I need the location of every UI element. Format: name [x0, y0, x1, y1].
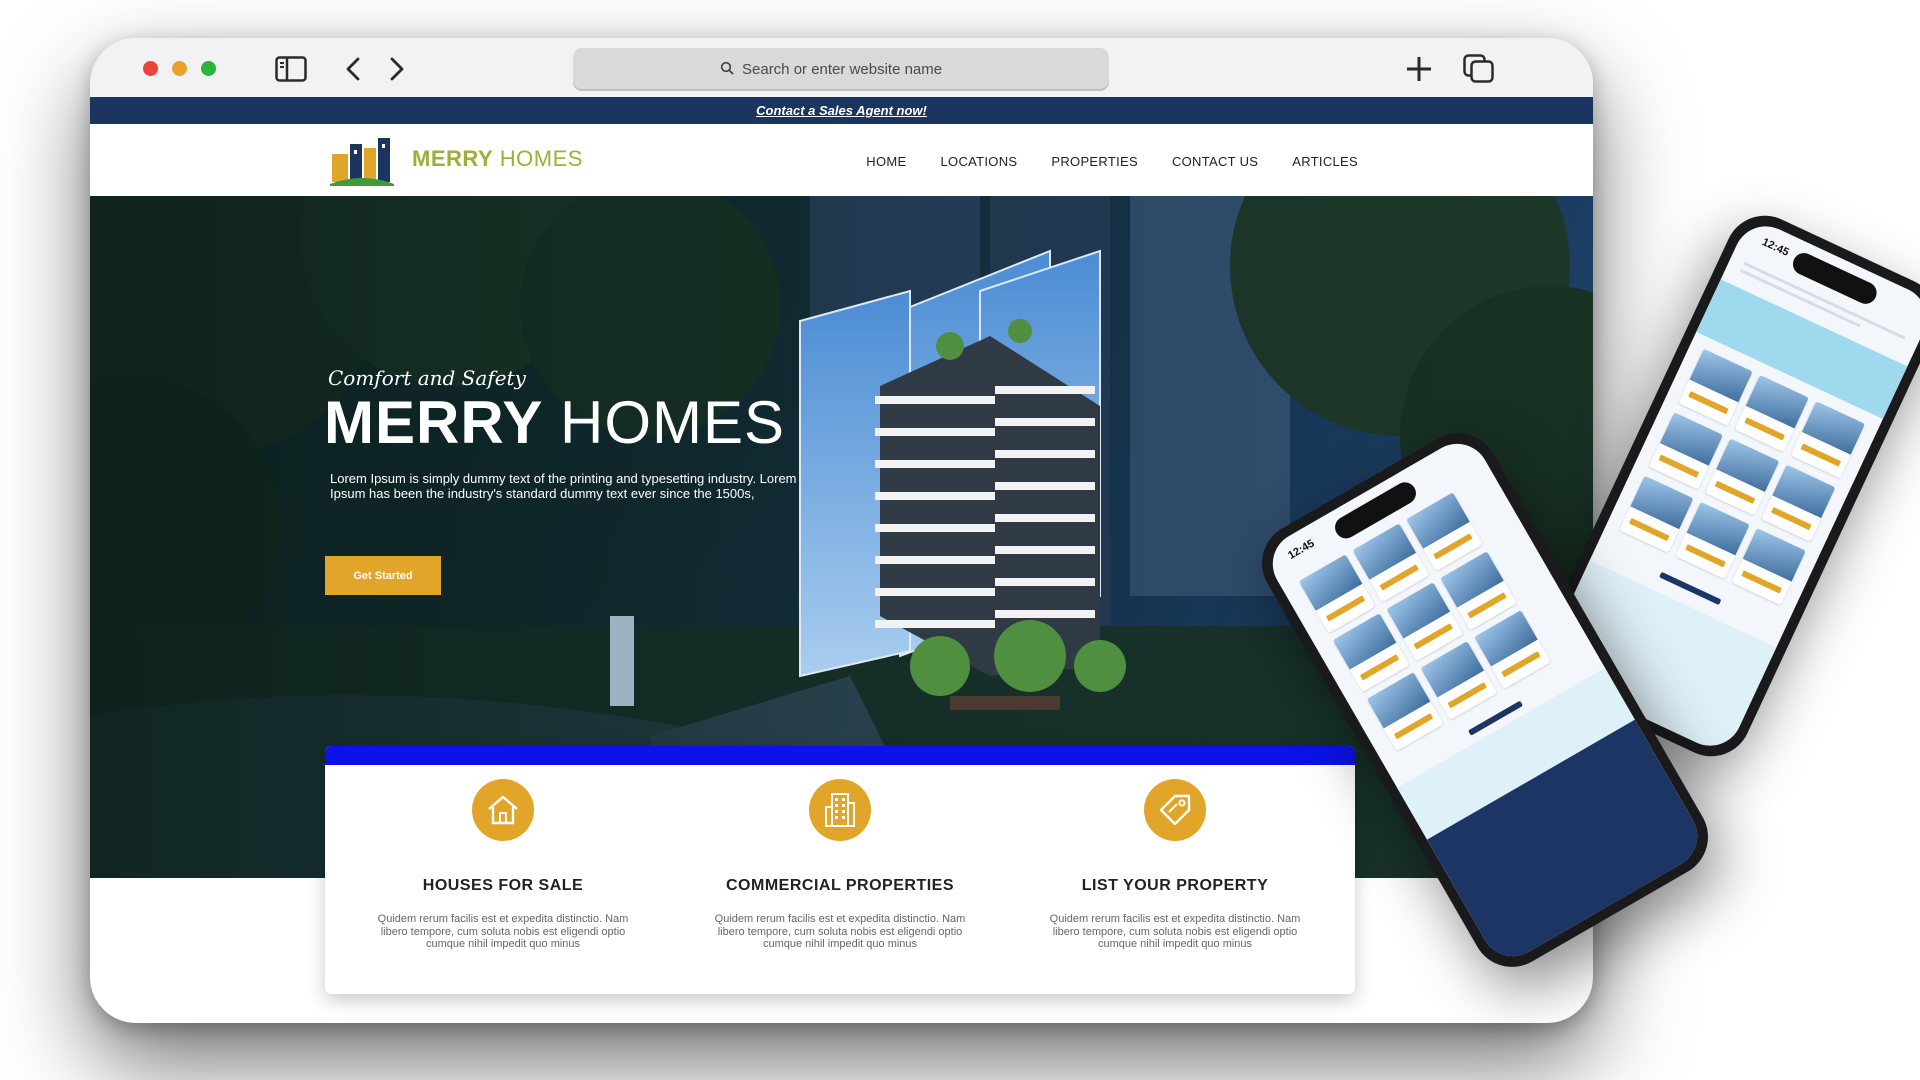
feature-list-your-property[interactable]: LIST YOUR PROPERTY Quidem rerum facilis …	[1025, 779, 1325, 951]
logo-icon[interactable]	[330, 136, 394, 186]
browser-toolbar	[90, 38, 1593, 97]
feature-text: Quidem rerum facilis est et expedita dis…	[377, 913, 629, 950]
maximize-window-button[interactable]	[201, 61, 216, 76]
feature-commercial-properties[interactable]: COMMERCIAL PROPERTIES Quidem rerum facil…	[690, 779, 990, 951]
hero-title: MERRY HOMES	[324, 388, 785, 457]
brand-name-bold: MERRY	[412, 146, 494, 171]
brand-name[interactable]: MERRY HOMES	[412, 146, 583, 172]
nav-home[interactable]: HOME	[866, 154, 906, 169]
forward-icon[interactable]	[380, 52, 414, 86]
new-tab-icon[interactable]	[1402, 52, 1436, 86]
brand-name-regular: HOMES	[499, 146, 583, 171]
nav-locations[interactable]: LOCATIONS	[941, 154, 1018, 169]
close-window-button[interactable]	[143, 61, 158, 76]
hero-title-regular: HOMES	[560, 389, 786, 456]
house-icon	[472, 779, 534, 841]
hero-description: Lorem Ipsum is simply dummy text of the …	[330, 471, 797, 501]
sidebar-toggle-icon[interactable]	[274, 52, 308, 86]
tag-icon	[1144, 779, 1206, 841]
feature-text: Quidem rerum facilis est et expedita dis…	[714, 913, 966, 950]
feature-text: Quidem rerum facilis est et expedita dis…	[1049, 913, 1301, 950]
hero-title-bold: MERRY	[324, 389, 543, 456]
building-icon	[809, 779, 871, 841]
promo-bar: Contact a Sales Agent now!	[90, 97, 1593, 124]
nav-articles[interactable]: ARTICLES	[1292, 154, 1358, 169]
search-icon	[720, 61, 734, 79]
nav-properties[interactable]: PROPERTIES	[1051, 154, 1138, 169]
tab-overview-icon[interactable]	[1462, 52, 1496, 86]
feature-title: HOUSES FOR SALE	[422, 877, 584, 894]
nav-contact-us[interactable]: CONTACT US	[1172, 154, 1258, 169]
address-input[interactable]	[742, 61, 962, 78]
address-bar[interactable]	[573, 48, 1109, 91]
main-nav: HOME LOCATIONS PROPERTIES CONTACT US ART…	[866, 154, 1358, 169]
feature-houses-for-sale[interactable]: HOUSES FOR SALE Quidem rerum facilis est…	[353, 779, 653, 951]
mockup-stage: Contact a Sales Agent now! MERRY HOMES H…	[0, 0, 1920, 1080]
phone-clock: 12:45	[1286, 537, 1317, 562]
back-icon[interactable]	[336, 52, 370, 86]
contact-sales-link[interactable]: Contact a Sales Agent now!	[756, 103, 927, 118]
features-card: HOUSES FOR SALE Quidem rerum facilis est…	[325, 746, 1355, 994]
get-started-button[interactable]: Get Started	[325, 556, 441, 595]
hero-tagline: Comfort and Safety	[328, 366, 526, 390]
minimize-window-button[interactable]	[172, 61, 187, 76]
phone-clock: 12:45	[1760, 236, 1791, 259]
features-accent-bar	[325, 746, 1355, 765]
feature-title: LIST YOUR PROPERTY	[1081, 877, 1269, 894]
site-header: MERRY HOMES HOME LOCATIONS PROPERTIES CO…	[90, 124, 1593, 196]
feature-title: COMMERCIAL PROPERTIES	[726, 877, 954, 894]
